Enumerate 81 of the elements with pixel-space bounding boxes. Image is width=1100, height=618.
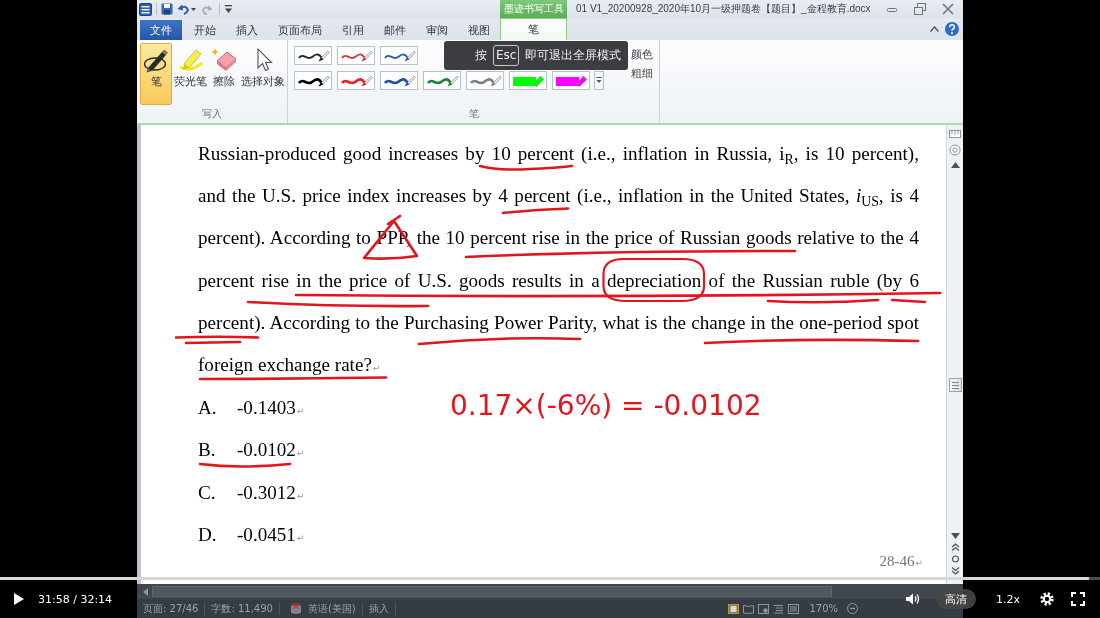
highlighter-tool-button[interactable]: 荧光笔: [173, 43, 208, 105]
playback-speed-button[interactable]: 1.2x: [996, 592, 1020, 606]
ribbon-tab[interactable]: 开始: [184, 20, 226, 40]
highlighter-icon: [177, 47, 204, 73]
zoom-level[interactable]: 170%: [809, 603, 838, 614]
scrollbar-thumb[interactable]: [152, 586, 832, 597]
question-text-line: Russian-produced good increases by 10 percent (i.e., inflation in Russia, i$_{R}$, is 10 percent),: [198, 142, 919, 165]
pen-tool-button[interactable]: 笔: [140, 43, 172, 105]
word-count[interactable]: 字数: 11,490: [211, 601, 273, 616]
keyboard-key: Esc: [493, 45, 520, 66]
scroll-left-icon[interactable]: [143, 587, 148, 596]
web-layout-icon[interactable]: [758, 603, 770, 614]
zoom-out-icon[interactable]: [847, 603, 858, 614]
undo-icon[interactable]: [177, 3, 189, 15]
option-letter: B.: [198, 439, 217, 462]
app-icon[interactable]: [139, 2, 152, 16]
option-value: -0.0451↵: [237, 524, 305, 547]
option-letter: A.: [198, 396, 218, 419]
ribbon-tab[interactable]: 页面布局: [268, 20, 332, 40]
caret-icon[interactable]: [191, 7, 196, 11]
ribbon-tab[interactable]: 邮件: [374, 20, 416, 40]
restore-icon[interactable]: [914, 3, 926, 15]
fullscreen-icon[interactable]: [1071, 592, 1085, 606]
ribbon-tab[interactable]: 插入: [226, 20, 268, 40]
spell-check-icon[interactable]: [289, 603, 302, 614]
volume-icon[interactable]: [906, 593, 920, 605]
option-letter: D.: [198, 524, 218, 546]
next-page-icon[interactable]: [950, 567, 960, 575]
pen-option-button[interactable]: 粗细: [630, 65, 654, 82]
ruler-icon[interactable]: [949, 128, 961, 140]
play-icon[interactable]: [14, 593, 24, 605]
toast-text: 即可退出全屏模式: [525, 47, 622, 64]
option-value: -0.3012↵: [237, 481, 305, 505]
window-title: 01 V1_20200928_2020年10月一级押题卷【题目】_金程教育.docx: [576, 2, 872, 16]
quality-button[interactable]: 高清: [936, 589, 976, 609]
gallery-more-icon[interactable]: [594, 71, 604, 90]
eraser-icon: [211, 47, 237, 73]
option-value: -0.1403↵: [237, 396, 305, 420]
collapse-ribbon-icon[interactable]: [930, 26, 939, 32]
customize-toolbar-icon[interactable]: [225, 5, 232, 13]
option-letter: C.: [198, 481, 217, 504]
outline-view-icon[interactable]: [773, 603, 785, 614]
option-value: -0.0102↵: [237, 439, 305, 463]
ribbon-tab[interactable]: 文件: [140, 20, 182, 40]
ribbon-tab[interactable]: 视图: [458, 20, 500, 40]
language-indicator[interactable]: 英语(美国): [307, 601, 356, 616]
page-count[interactable]: 页面: 27/46: [143, 601, 199, 616]
page-number: 28-46↵: [879, 551, 923, 571]
vertical-scrollbar[interactable]: [946, 125, 963, 584]
tool-group-header: 墨迹书写工具: [500, 0, 567, 18]
draft-view-icon[interactable]: [788, 603, 800, 614]
ribbon-tab[interactable]: 引用: [332, 20, 374, 40]
pen-icon: [143, 47, 169, 73]
close-icon[interactable]: [942, 3, 954, 15]
scroll-down-icon[interactable]: [950, 533, 960, 539]
question-text-line: and the U.S. price index increases by 4 percent (i.e., inflation in the United States, i$_{US}$, is 4: [198, 184, 919, 207]
question-text-line: percent rise in the price of U.S. goods results in a depreciation of the Russian ruble (by 6: [198, 269, 919, 292]
reading-layout-icon[interactable]: [743, 603, 755, 614]
question-text-line: percent). According to the Purchasing Power Parity, what is the change in the one-period spot: [198, 312, 919, 335]
browse-object-icon[interactable]: [950, 555, 960, 563]
group-label: 写入: [201, 107, 223, 121]
toast-text: 按: [475, 47, 487, 64]
ink-underline: [501, 207, 570, 215]
help-icon[interactable]: [945, 22, 959, 36]
insert-mode-indicator[interactable]: 插入: [368, 601, 389, 616]
print-layout-icon[interactable]: [728, 603, 740, 614]
handwritten-note: 0.17×(-6%) = -0.0102: [450, 388, 762, 424]
select-tool-button[interactable]: 选择对象: [240, 43, 286, 105]
redo-icon: [202, 3, 213, 15]
scroll-up-icon[interactable]: [950, 162, 960, 168]
settings-icon[interactable]: [1040, 592, 1054, 606]
previous-page-icon[interactable]: [950, 543, 960, 551]
pen-option-button[interactable]: 颜色: [630, 46, 654, 63]
ribbon-tab[interactable]: 审阅: [416, 20, 458, 40]
question-text-line: foreign exchange rate?↵: [198, 354, 382, 377]
eraser-tool-button[interactable]: 擦除: [209, 43, 239, 105]
save-icon[interactable]: [161, 3, 173, 15]
ribbon-tab[interactable]: 笔: [500, 18, 567, 40]
scrollbar-thumb[interactable]: [948, 378, 962, 392]
playback-time: 31:58 / 32:14: [38, 592, 113, 606]
group-label: 笔: [467, 107, 480, 121]
